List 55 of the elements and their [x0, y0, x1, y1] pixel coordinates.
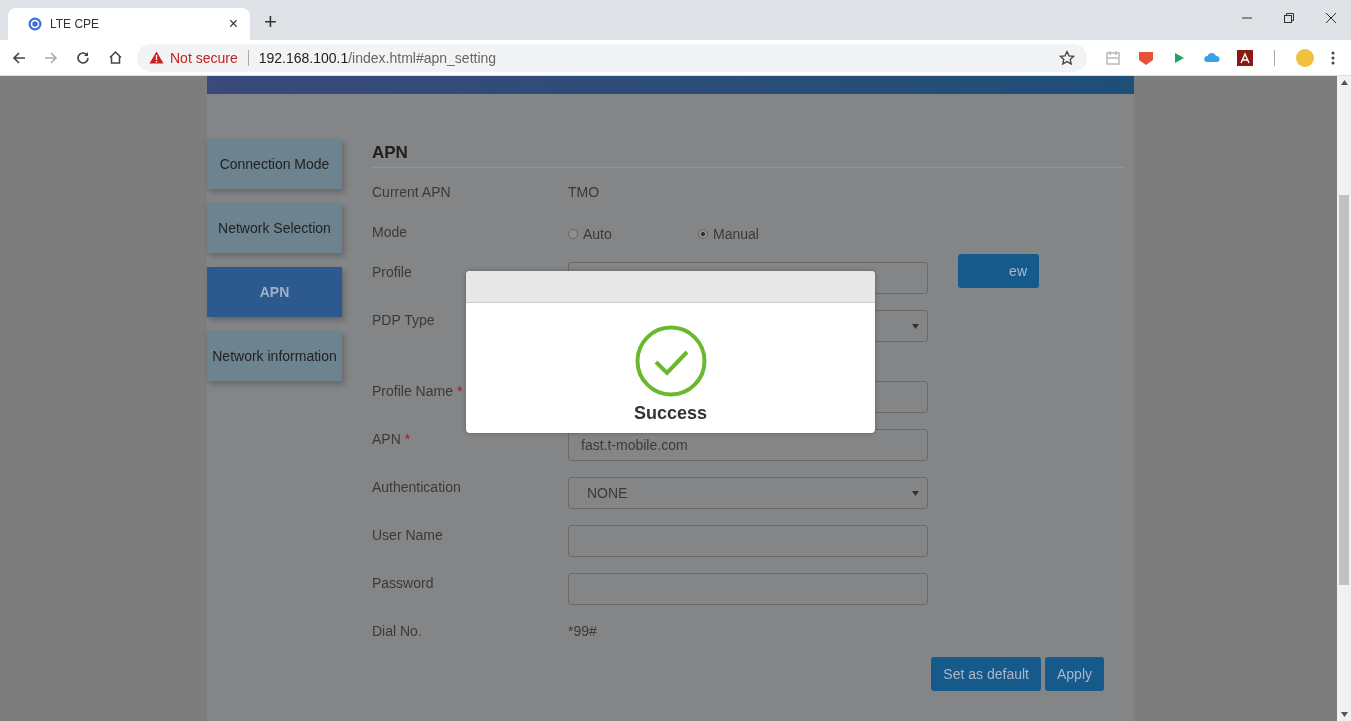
- radio-label: Auto: [583, 226, 612, 242]
- field-label: Authentication: [372, 479, 461, 495]
- action-button[interactable]: Set as default: [931, 657, 1041, 691]
- field-label: Mode: [372, 224, 408, 240]
- sidebar-item[interactable]: Connection Mode: [207, 139, 342, 189]
- security-label: Not secure: [170, 49, 238, 66]
- reload-icon[interactable]: [76, 50, 90, 65]
- dialog-message: Success: [633, 403, 708, 424]
- field-value: *99#: [568, 622, 597, 639]
- field-label: Profile: [372, 264, 412, 280]
- input-field[interactable]: [568, 525, 928, 557]
- tab-title: LTE CPE: [50, 17, 101, 31]
- home-icon[interactable]: [108, 50, 123, 65]
- section-title: APN: [372, 139, 1124, 168]
- dropdown-field[interactable]: NONE: [568, 477, 928, 509]
- extension-icon[interactable]: [1138, 49, 1154, 66]
- scroll-up-icon[interactable]: [1340, 80, 1348, 85]
- bookmark-star-icon[interactable]: [1059, 49, 1075, 66]
- field-label: Password: [372, 575, 434, 591]
- field-label: PDP Type: [372, 312, 435, 328]
- new-tab-button[interactable]: +: [260, 9, 281, 35]
- sidebar-item[interactable]: Network Selection: [207, 203, 342, 253]
- field-value: TMO: [568, 183, 600, 200]
- back-arrow-icon[interactable]: [12, 50, 26, 65]
- caret-icon: [912, 491, 919, 496]
- sidebar-item[interactable]: Network information: [207, 331, 342, 381]
- pdf-icon[interactable]: [1237, 49, 1253, 66]
- browser-tab[interactable]: LTE CPE ×: [8, 8, 250, 40]
- globe-icon: [28, 17, 42, 31]
- field-label: Profile Name: [372, 383, 453, 399]
- new-button[interactable]: ew: [958, 254, 1039, 288]
- close-tab-button[interactable]: ×: [226, 15, 240, 33]
- forward-arrow-icon[interactable]: [44, 50, 58, 65]
- scrollbar[interactable]: [1337, 76, 1351, 721]
- close-icon[interactable]: [1325, 12, 1337, 24]
- menu-icon[interactable]: [1331, 50, 1335, 65]
- url-text: 192.168.100.1/index.html#apn_setting: [258, 49, 498, 66]
- field-label: User Name: [372, 527, 443, 543]
- action-button[interactable]: Apply: [1044, 657, 1104, 691]
- restore-icon[interactable]: [1283, 12, 1295, 24]
- field-label: Current APN: [372, 184, 451, 200]
- caret-icon: [912, 324, 919, 329]
- checkmark-icon: [634, 325, 707, 397]
- field-label: APN: [372, 431, 401, 447]
- radio-label: Manual: [713, 226, 759, 242]
- sidebar-item[interactable]: APN: [207, 267, 342, 317]
- required-mark: *: [404, 431, 411, 447]
- input-field[interactable]: [568, 573, 928, 605]
- radio-button[interactable]: [568, 229, 578, 239]
- required-mark: *: [456, 383, 463, 399]
- warning-icon: [149, 51, 164, 64]
- address-field[interactable]: Not secure 192.168.100.1/index.html#apn_setting: [137, 43, 1087, 72]
- radio-button[interactable]: [698, 229, 708, 239]
- scroll-down-icon[interactable]: [1340, 712, 1348, 717]
- field-label: Dial No.: [372, 623, 422, 639]
